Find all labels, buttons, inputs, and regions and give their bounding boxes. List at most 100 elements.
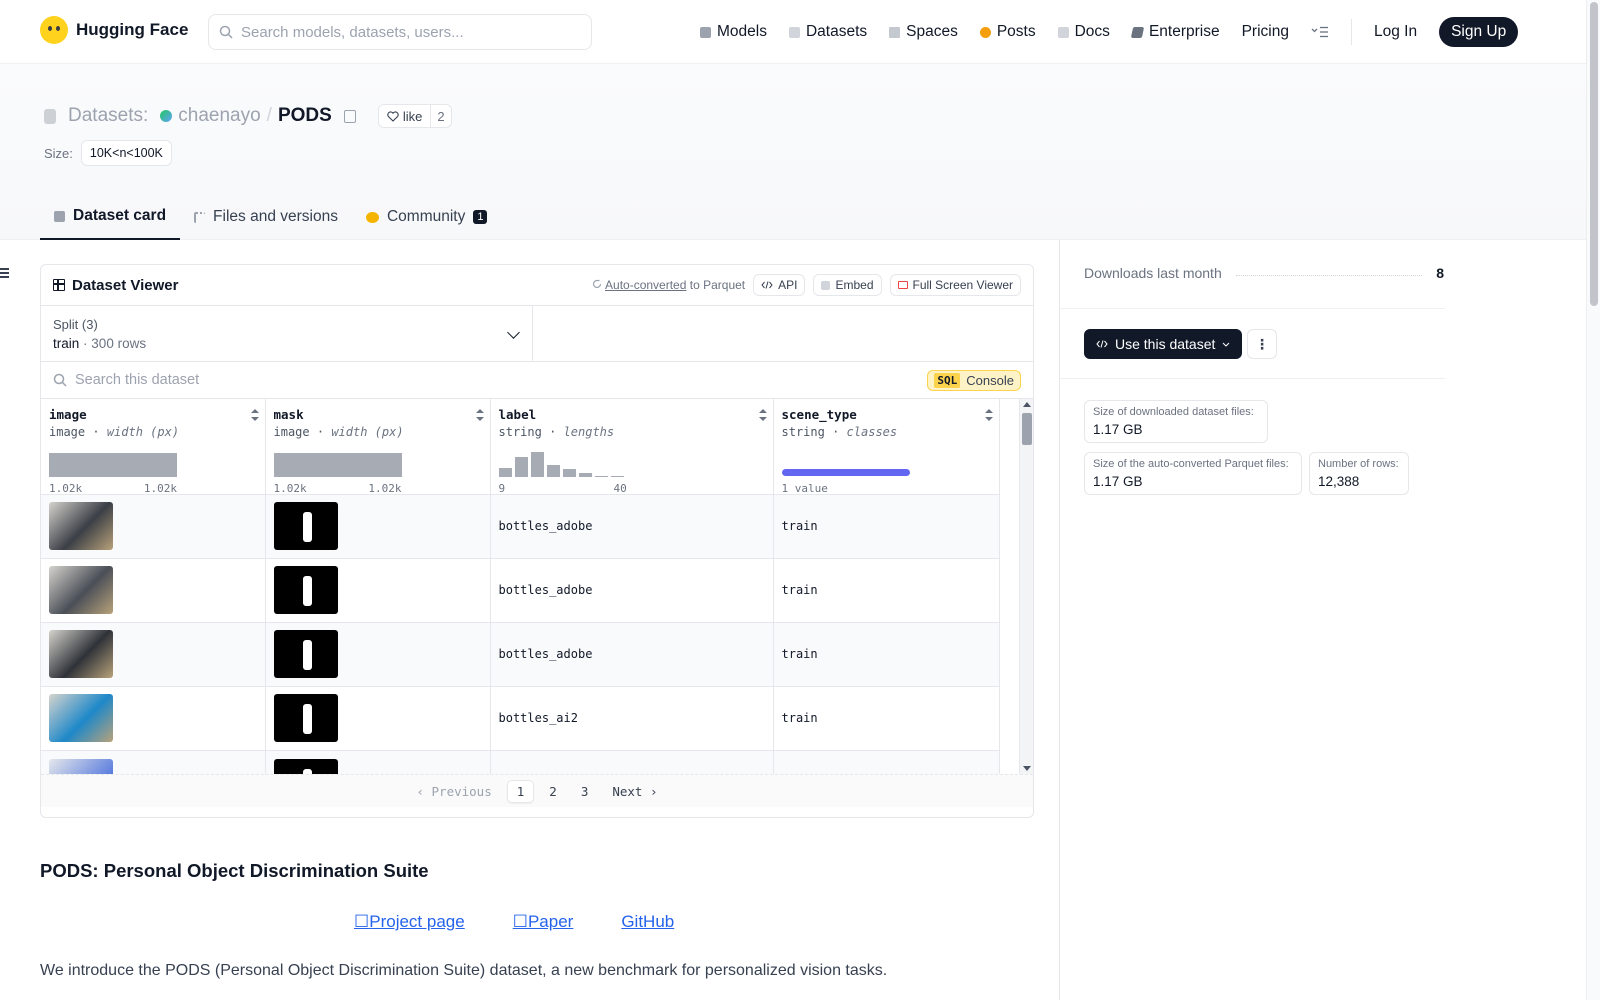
table-row[interactable]	[41, 750, 1000, 774]
scene-type-cell[interactable]	[773, 750, 1000, 774]
paper-link[interactable]: ☐Paper	[513, 912, 574, 932]
size-tag[interactable]: 10K<n<100K	[80, 140, 172, 166]
mask-cell[interactable]	[265, 494, 491, 559]
signup-button[interactable]: Sign Up	[1439, 17, 1519, 47]
nav-docs[interactable]: Docs	[1057, 23, 1110, 41]
mask-cell[interactable]	[265, 558, 491, 623]
next-page-button[interactable]: Next ›	[603, 781, 666, 802]
auto-converted-link[interactable]: Auto-converted	[605, 278, 686, 292]
scene-type-cell[interactable]: train	[773, 494, 1000, 559]
image-cell[interactable]	[41, 686, 266, 751]
image-thumbnail[interactable]	[49, 758, 113, 774]
previous-page-button[interactable]: ‹ Previous	[407, 781, 500, 802]
scrollbar-thumb[interactable]	[1022, 413, 1032, 445]
mask-cell[interactable]	[265, 686, 491, 751]
window-scrollbar-thumb[interactable]	[1590, 2, 1598, 306]
image-thumbnail[interactable]	[49, 694, 113, 742]
copy-icon[interactable]	[343, 109, 356, 123]
mask-thumbnail[interactable]	[273, 758, 338, 774]
login-link[interactable]: Log In	[1374, 23, 1417, 41]
nav-pricing[interactable]: Pricing	[1242, 23, 1289, 41]
tab-dataset-card[interactable]: Dataset card	[40, 194, 181, 240]
mask-thumbnail[interactable]	[273, 630, 338, 678]
scroll-down-icon[interactable]	[1023, 766, 1031, 771]
histogram-bar[interactable]	[498, 468, 512, 477]
label-cell[interactable]: bottles_adobe	[490, 558, 774, 623]
table-row[interactable]: bottles_ai2 train	[41, 686, 1000, 751]
sidebar-toggle-icon[interactable]	[0, 268, 9, 278]
nav-spaces[interactable]: Spaces	[889, 23, 958, 41]
sql-console-button[interactable]: SQL Console	[927, 369, 1021, 391]
label-cell[interactable]: bottles_adobe	[490, 622, 774, 687]
more-options-button[interactable]: ⋮	[1247, 329, 1277, 359]
repo-name[interactable]: PODS	[278, 105, 332, 127]
use-this-dataset-button[interactable]: Use this dataset	[1084, 329, 1243, 359]
mask-cell[interactable]	[265, 622, 491, 687]
histogram-bar[interactable]	[578, 473, 592, 477]
sort-icon[interactable]	[250, 409, 259, 421]
window-scrollbar[interactable]	[1586, 0, 1600, 1000]
breadcrumb-owner[interactable]: chaenayo	[178, 105, 260, 127]
page-2-button[interactable]: 2	[540, 781, 566, 802]
histogram-bar[interactable]	[546, 465, 560, 477]
histogram-bar[interactable]	[514, 457, 528, 477]
dataset-search[interactable]: SQL Console	[41, 362, 1033, 399]
mask-cell[interactable]	[265, 750, 491, 774]
brand-logo[interactable]: Hugging Face	[40, 16, 188, 44]
table-row[interactable]: bottles_adobe train	[41, 558, 1000, 623]
scene-type-cell[interactable]: train	[773, 558, 1000, 623]
dataset-search-input[interactable]	[75, 372, 915, 388]
class-distribution-bar[interactable]	[781, 469, 910, 476]
global-search-input[interactable]	[241, 23, 571, 41]
histogram-bar[interactable]	[530, 452, 544, 477]
sort-icon[interactable]	[475, 409, 484, 421]
column-header-label[interactable]: label string · lengths 9 40	[490, 399, 774, 495]
nav-posts[interactable]: Posts	[979, 23, 1036, 41]
breadcrumb-section[interactable]: Datasets:	[68, 105, 148, 127]
like-button[interactable]: like 2	[377, 104, 452, 128]
scroll-up-icon[interactable]	[1023, 402, 1031, 407]
scene-type-cell[interactable]: train	[773, 622, 1000, 687]
column-header-image[interactable]: image image · width (px) 1.02k 1.02k	[41, 399, 266, 495]
label-cell[interactable]: bottles_ai2	[490, 686, 774, 751]
nav-models[interactable]: Models	[700, 23, 767, 41]
mask-thumbnail[interactable]	[273, 502, 338, 550]
sort-icon[interactable]	[758, 409, 767, 421]
sort-icon[interactable]	[984, 409, 993, 421]
table-row[interactable]: bottles_adobe train	[41, 622, 1000, 687]
table-scrollbar[interactable]	[1019, 399, 1033, 774]
scene-type-cell[interactable]: train	[773, 686, 1000, 751]
label-cell[interactable]	[490, 750, 774, 774]
table-icon	[53, 279, 65, 291]
image-cell[interactable]	[41, 750, 266, 774]
full-screen-viewer-button[interactable]: Full Screen Viewer	[889, 274, 1021, 296]
page-1-button[interactable]: 1	[506, 779, 535, 803]
image-cell[interactable]	[41, 494, 266, 559]
column-header-mask[interactable]: mask image · width (px) 1.02k 1.02k	[265, 399, 491, 495]
split-select[interactable]: Split (3) train · 300 rows	[41, 306, 533, 361]
column-header-scene-type[interactable]: scene_type string · classes 1 value	[773, 399, 1000, 495]
global-search[interactable]	[208, 14, 592, 50]
histogram-bar[interactable]	[562, 469, 576, 477]
tab-files-and-versions[interactable]: Files and versions	[180, 194, 352, 240]
nav-datasets[interactable]: Datasets	[788, 23, 867, 41]
tab-community[interactable]: Community 1	[352, 194, 502, 240]
nav-more-menu[interactable]	[1311, 26, 1329, 38]
label-cell[interactable]: bottles_adobe	[490, 494, 774, 559]
project-page-link[interactable]: ☐Project page	[354, 912, 465, 932]
table-row[interactable]: bottles_adobe train	[41, 494, 1000, 559]
histogram-bar[interactable]	[610, 476, 624, 477]
image-thumbnail[interactable]	[49, 566, 113, 614]
nav-enterprise[interactable]: Enterprise	[1130, 23, 1220, 41]
page-3-button[interactable]: 3	[572, 781, 598, 802]
image-cell[interactable]	[41, 622, 266, 687]
mask-thumbnail[interactable]	[273, 566, 338, 614]
image-thumbnail[interactable]	[49, 502, 113, 550]
mask-thumbnail[interactable]	[273, 694, 338, 742]
embed-button[interactable]: Embed	[813, 274, 882, 296]
github-link[interactable]: GitHub	[621, 912, 674, 932]
api-button[interactable]: API	[753, 274, 806, 296]
histogram-bar[interactable]	[594, 476, 608, 477]
image-thumbnail[interactable]	[49, 630, 113, 678]
image-cell[interactable]	[41, 558, 266, 623]
